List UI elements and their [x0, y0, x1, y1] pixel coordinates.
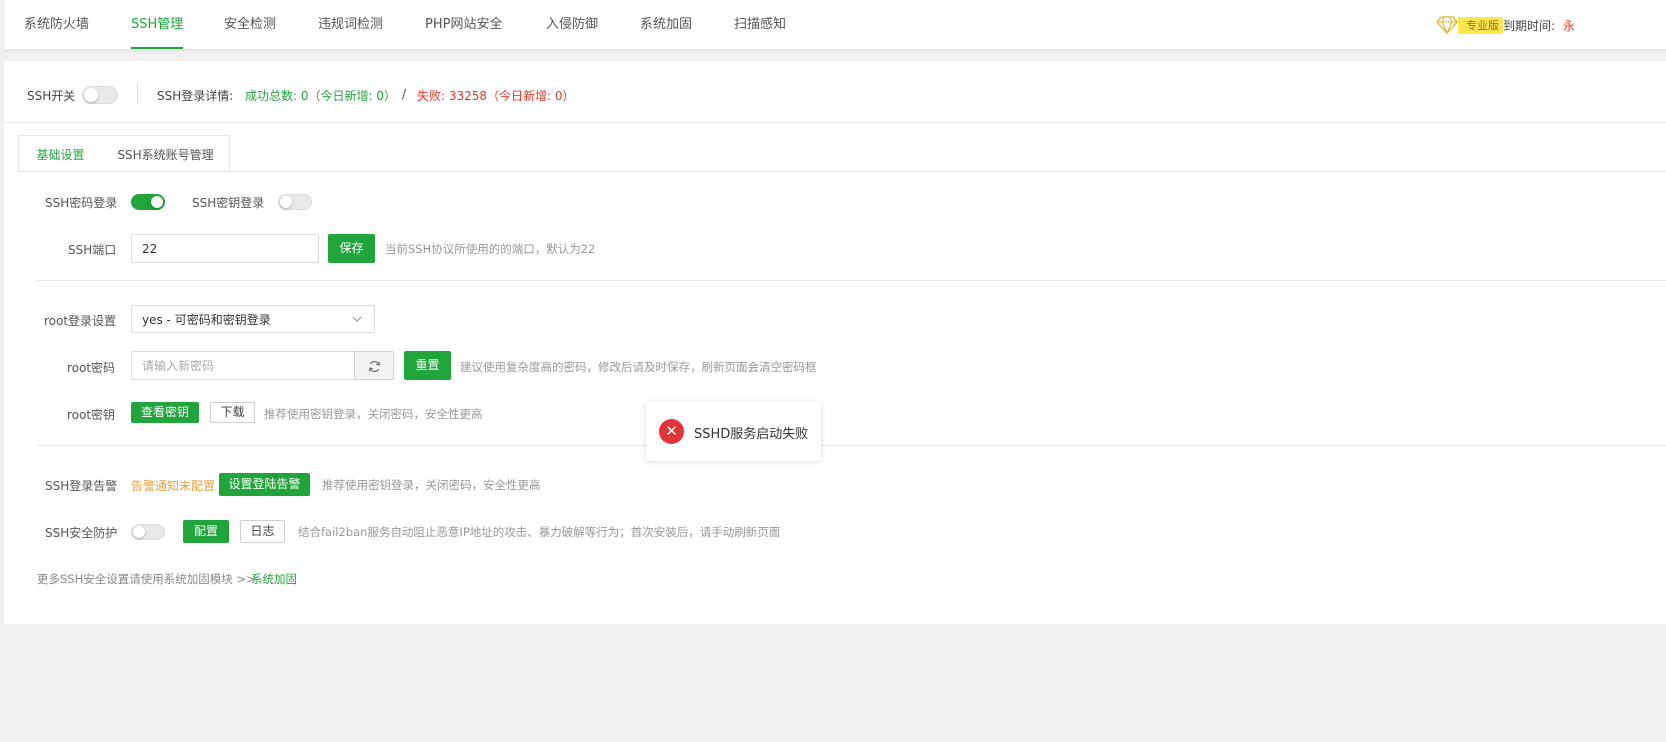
ssh-port-label: SSH端口	[68, 243, 117, 257]
chevron-down-icon	[352, 316, 362, 322]
footer-note: 更多SSH安全设置请使用系统加固模块 >>	[37, 572, 256, 586]
login-success-count: 成功总数: 0（今日新增: 0）	[245, 89, 396, 103]
subtab-divider	[18, 171, 1666, 172]
ssh-switch[interactable]	[82, 86, 118, 104]
login-alarm-label: SSH登录告警	[45, 479, 118, 493]
status-separator: /	[402, 87, 407, 101]
expire-value: 永	[1563, 19, 1576, 33]
tab-scan-detection[interactable]: 扫描感知	[734, 0, 786, 49]
top-nav: 系统防火墙 SSH管理 安全检测 违规词检测 PHP网站安全 入侵防御 系统加固…	[4, 0, 1666, 50]
main-panel: SSH开关 SSH登录详情: 成功总数: 0（今日新增: 0） / 失败: 33…	[4, 61, 1666, 624]
error-icon: ✕	[659, 419, 684, 444]
root-password-label: root密码	[67, 361, 116, 375]
section-divider-2	[37, 445, 1666, 446]
reset-password-button[interactable]: 重置	[404, 351, 451, 380]
root-key-hint: 推荐使用密钥登录，关闭密码，安全性更高	[264, 407, 483, 421]
tab-security-scan[interactable]: 安全检测	[224, 0, 276, 49]
login-alarm-hint: 推荐使用密钥登录，关闭密码，安全性更高	[322, 478, 541, 492]
password-login-switch[interactable]	[131, 194, 165, 210]
toast-message: SSHD服务启动失败	[694, 427, 809, 442]
security-protect-switch[interactable]	[131, 524, 165, 540]
root-login-select[interactable]: yes - 可密码和密钥登录	[131, 305, 375, 333]
view-key-button[interactable]: 查看密钥	[131, 402, 199, 423]
expire-label: 到期时间:	[1503, 19, 1556, 33]
tab-ssh-management[interactable]: SSH管理	[131, 0, 184, 49]
root-login-select-value: yes - 可密码和密钥登录	[142, 313, 271, 327]
section-divider-1	[37, 280, 1666, 281]
protect-log-button[interactable]: 日志	[240, 520, 285, 543]
subtab-ssh-accounts[interactable]: SSH系统账号管理	[102, 135, 230, 172]
security-protect-hint: 结合fail2ban服务自动阻止恶意IP地址的攻击、暴力破解等行为；首次安装后，…	[298, 525, 781, 539]
login-fail-count: 失败: 33258（今日新增: 0）	[417, 89, 575, 103]
tab-firewall[interactable]: 系统防火墙	[24, 0, 89, 49]
root-password-input[interactable]	[131, 351, 356, 380]
tab-violation-words[interactable]: 违规词检测	[318, 0, 383, 49]
password-login-label: SSH密码登录	[45, 196, 118, 210]
protect-config-button[interactable]: 配置	[183, 520, 229, 543]
ssh-port-input[interactable]	[131, 234, 319, 263]
alarm-status-text: 告警通知未配置	[131, 479, 216, 493]
root-password-hint: 建议使用复杂度高的密码，修改后请及时保存，刷新页面会清空密码框	[460, 360, 817, 374]
ssh-switch-label: SSH开关	[27, 89, 76, 103]
root-key-label: root密钥	[67, 408, 116, 422]
error-toast: ✕ SSHD服务启动失败	[646, 401, 821, 461]
key-login-switch[interactable]	[278, 194, 312, 210]
root-login-label: root登录设置	[44, 314, 117, 328]
refresh-icon	[368, 361, 381, 372]
login-detail-label: SSH登录详情:	[157, 89, 234, 103]
diamond-icon	[1436, 16, 1458, 35]
system-hardening-link[interactable]: 系统加固	[251, 571, 297, 587]
pro-badge: 专业版	[1458, 17, 1503, 34]
ssh-port-hint: 当前SSH协议所使用的的端口，默认为22	[385, 242, 596, 256]
tab-php-site-security[interactable]: PHP网站安全	[425, 0, 502, 49]
status-bottom-divider	[4, 122, 1666, 123]
set-login-alarm-button[interactable]: 设置登陆告警	[219, 473, 310, 496]
key-login-label: SSH密钥登录	[192, 196, 265, 210]
subtab-basic-settings[interactable]: 基础设置	[18, 135, 103, 172]
status-divider	[137, 83, 138, 105]
tab-system-hardening[interactable]: 系统加固	[640, 0, 692, 49]
generate-password-button[interactable]	[354, 351, 394, 380]
save-port-button[interactable]: 保存	[328, 234, 375, 263]
download-key-button[interactable]: 下载	[210, 402, 255, 423]
security-protect-label: SSH安全防护	[45, 526, 118, 540]
tab-intrusion-defense[interactable]: 入侵防御	[546, 0, 598, 49]
